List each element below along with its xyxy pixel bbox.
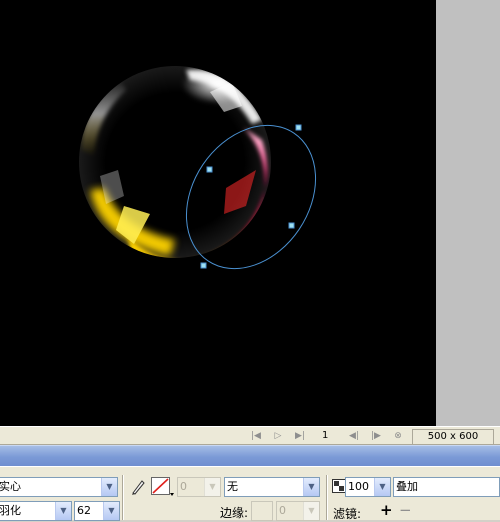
path-handle[interactable] [200,262,207,269]
stroke-type-value: 无 [227,480,238,493]
status-bar: |◀ ▷ ▶| 1 ◀| |▶ ⊗ 500 x 600 [0,426,500,445]
opacity-value: 100 [348,480,369,493]
edge-blank-field[interactable] [251,501,273,521]
pencil-icon[interactable] [130,478,146,496]
chevron-down-icon[interactable]: ▼ [103,502,119,520]
chevron-down-icon[interactable]: ▼ [101,478,117,496]
play-icon[interactable]: ▷ [272,430,284,442]
edge-value-field[interactable]: 0 ▼ [276,501,320,521]
blend-mode-select[interactable]: 叠加 [393,477,500,497]
chevron-down-icon[interactable]: ▼ [374,478,390,496]
stop-icon[interactable]: ⊗ [392,430,404,442]
filters-label: 滤镜: [333,507,362,521]
opacity-icon [332,479,346,493]
stroke-size-field[interactable]: 0 ▼ [177,477,221,497]
path-handle[interactable] [206,166,213,173]
edge-amount-field[interactable]: 62 ▼ [74,501,120,521]
divider [122,475,124,520]
properties-panel-header[interactable] [0,445,500,466]
edge-type-select[interactable]: 羽化 ▼ [0,501,72,521]
chevron-down-icon[interactable]: ▼ [303,502,319,520]
remove-filter-button[interactable]: − [399,501,412,519]
canvas-size-readout[interactable]: 500 x 600 [412,429,494,445]
canvas-area [0,0,500,426]
stroke-type-select[interactable]: 无 ▼ [224,477,320,497]
canvas[interactable] [0,0,436,426]
stroke-size-value: 0 [180,480,187,493]
chevron-down-icon[interactable]: ▼ [204,478,220,496]
canvas-artwork [79,66,317,270]
fill-type-value: 实心 [0,480,21,493]
first-frame-icon[interactable]: |◀ [250,430,262,442]
divider [326,475,328,520]
prev-frame-icon[interactable]: ◀| [348,430,360,442]
edge-amount-value: 62 [77,504,91,517]
opacity-field[interactable]: 100 ▼ [345,477,391,497]
next-frame-icon[interactable]: |▶ [370,430,382,442]
edge-type-value: 羽化 [0,504,21,517]
properties-panel: 实心 ▼ 羽化 ▼ 62 ▼ 0 ▼ 无 ▼ 边缘: 0 ▼ 100 ▼ 叠加 … [0,466,500,521]
chevron-down-icon[interactable]: ▼ [55,502,71,520]
path-handle[interactable] [288,222,295,229]
last-frame-icon[interactable]: ▶| [294,430,306,442]
no-stroke-swatch-icon[interactable] [150,476,174,498]
fill-type-select[interactable]: 实心 ▼ [0,477,118,497]
add-filter-button[interactable]: + [380,501,393,519]
chevron-down-icon[interactable]: ▼ [303,478,319,496]
blend-mode-value: 叠加 [396,480,418,493]
edge-value: 0 [279,504,286,517]
frame-number: 1 [322,430,329,441]
edge-label: 边缘: [220,506,249,520]
path-handle[interactable] [295,124,302,131]
